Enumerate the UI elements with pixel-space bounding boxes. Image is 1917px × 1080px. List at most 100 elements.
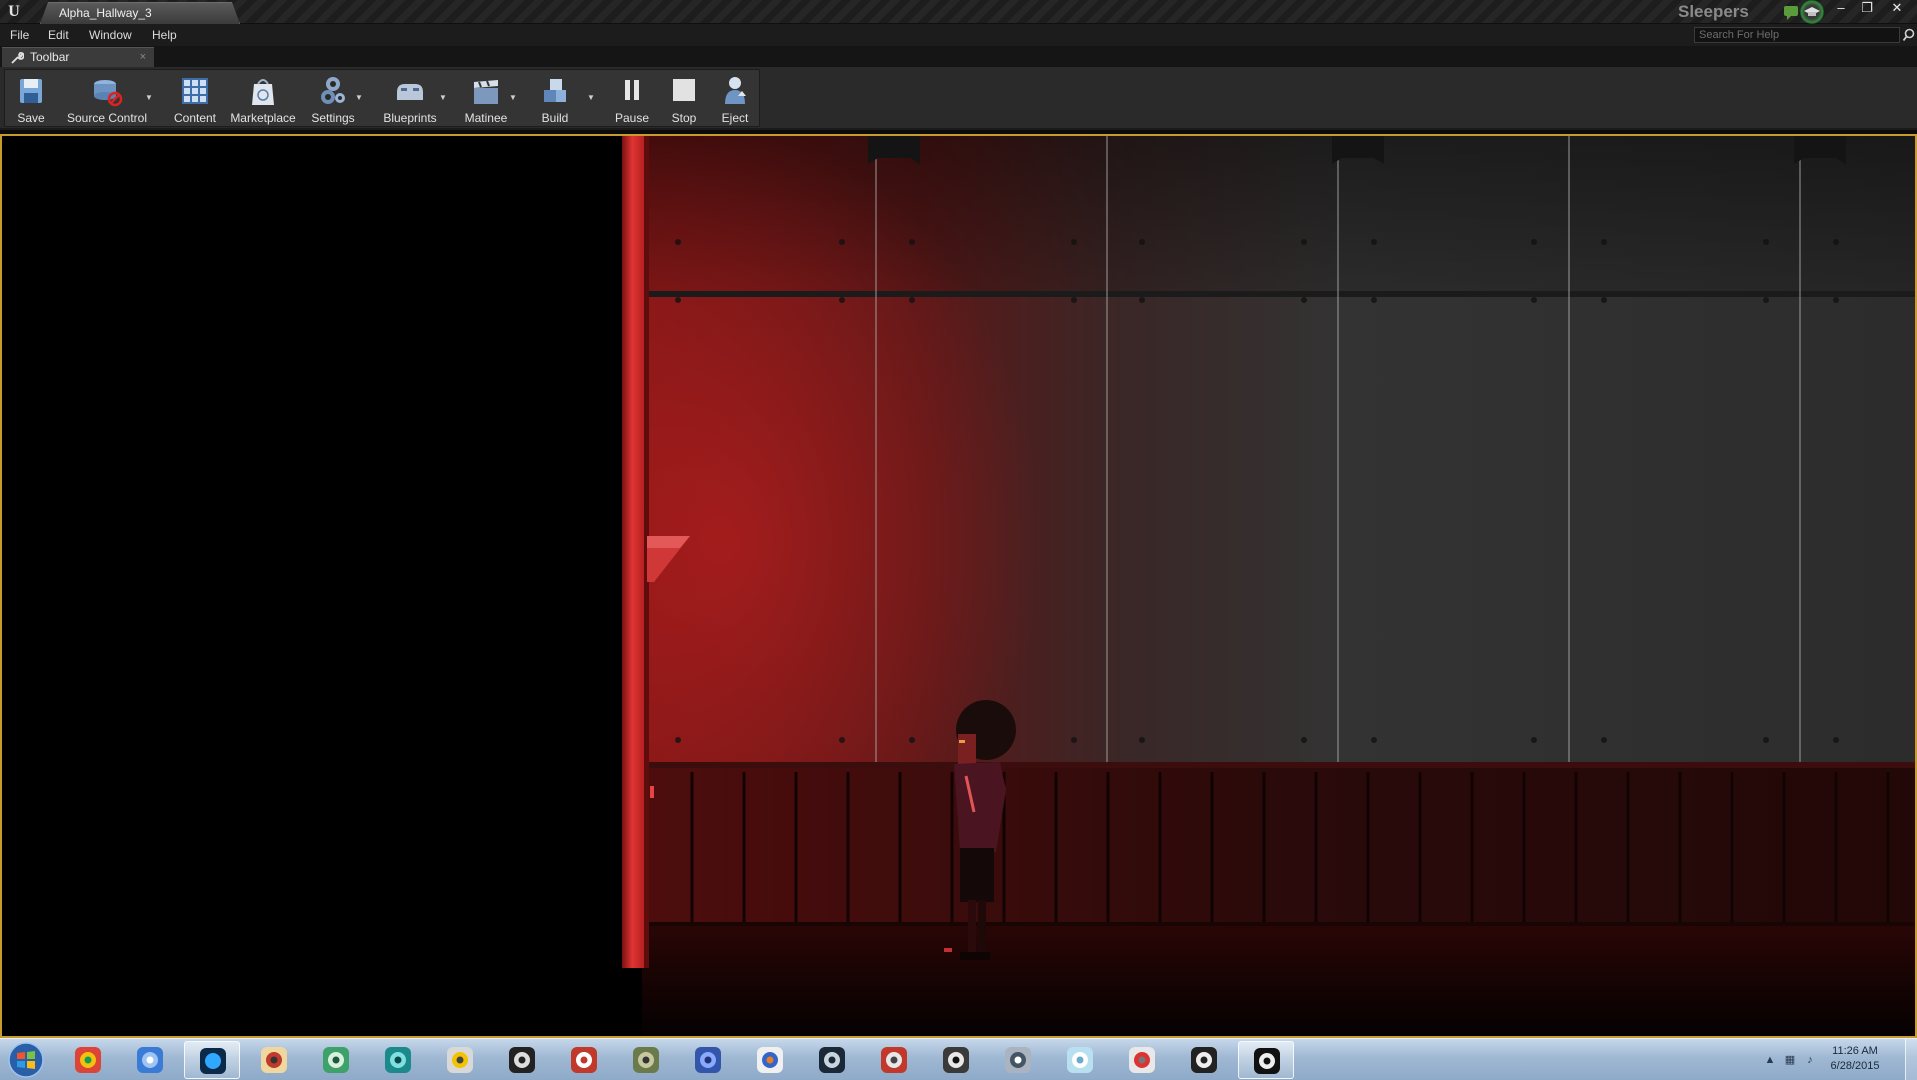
build-blocks-icon (544, 79, 566, 102)
close-button[interactable]: ✕ (1880, 0, 1914, 18)
wall-rail (642, 291, 1915, 297)
taskbar-app-weapon-app[interactable] (866, 1041, 922, 1079)
taskbar-app-notepad-99[interactable] (432, 1041, 488, 1079)
taskbar-app-gamemaker[interactable] (308, 1041, 364, 1079)
clock-time: 11:26 AM (1832, 1045, 1878, 1057)
build-label: Build (541, 111, 569, 125)
wainscot-trim (642, 762, 1915, 768)
chat-icon[interactable] (1782, 3, 1800, 21)
build-dropdown-icon[interactable]: ▼ (587, 94, 597, 102)
settings-button[interactable]: Settings (305, 70, 361, 126)
source-control-dropdown-icon[interactable]: ▼ (145, 94, 155, 102)
learn-icon-highlight[interactable] (1800, 0, 1824, 24)
game-scene[interactable] (2, 136, 1915, 1036)
title-bar: U Alpha_Hallway_3 Sleepers – ❐ ✕ (0, 0, 1917, 24)
tab-toolbar[interactable]: Toolbar × (2, 47, 154, 67)
content-button[interactable]: Content (165, 70, 225, 126)
pause-label: Pause (614, 111, 650, 125)
tray-expand-icon[interactable]: ▲ (1763, 1053, 1777, 1067)
taskbar-app-pencil-app[interactable] (246, 1041, 302, 1079)
stop-button[interactable]: Stop (659, 70, 709, 126)
settings-gears-icon (321, 77, 345, 104)
marketplace-button[interactable]: Marketplace (225, 70, 301, 126)
build-button[interactable]: Build (527, 70, 583, 126)
graduation-cap-icon (1804, 7, 1820, 16)
wainscot-panel (642, 764, 1915, 926)
taskbar-clock[interactable]: 11:26 AM 6/28/2015 (1815, 1044, 1895, 1074)
weapon-app-icon (881, 1047, 907, 1073)
pause-button[interactable]: Pause (607, 70, 657, 126)
taskbar-app-epic-games[interactable] (1176, 1041, 1232, 1079)
save-button[interactable]: Save (7, 70, 55, 126)
level-editor-toolbar: Save Source Control ▼ Content Marketplac… (0, 67, 1917, 130)
settings-dropdown-icon[interactable]: ▼ (355, 94, 365, 102)
taskbar-app-chrome[interactable] (60, 1041, 116, 1079)
clapperboard-icon (474, 80, 498, 104)
eject-player-icon (725, 77, 746, 104)
wrench-icon (11, 52, 24, 64)
matinee-label: Matinee (464, 111, 508, 125)
character-leg-back (978, 900, 986, 952)
taskbar-app-glass-app[interactable] (1052, 1041, 1108, 1079)
taskbar-app-halo[interactable] (618, 1041, 674, 1079)
taskbar-app-maya[interactable] (370, 1041, 426, 1079)
taskbar-app-infinity[interactable] (680, 1041, 736, 1079)
source-control-label: Source Control (66, 111, 148, 125)
marketplace-label: Marketplace (230, 111, 296, 125)
tab-close-icon[interactable]: × (140, 48, 146, 66)
taskbar-app-runner[interactable] (742, 1041, 798, 1079)
taskbar-app-steam[interactable] (804, 1041, 860, 1079)
project-name: Sleepers (1678, 2, 1749, 21)
save-icon (20, 79, 42, 103)
taskbar-app-itunes[interactable] (122, 1041, 178, 1079)
menu-edit[interactable]: Edit (48, 27, 69, 43)
character-leg (968, 900, 976, 952)
matinee-dropdown-icon[interactable]: ▼ (509, 94, 519, 102)
menu-window[interactable]: Window (89, 27, 132, 43)
pencil-app-icon (261, 1047, 287, 1073)
show-desktop-button[interactable] (1905, 1039, 1917, 1080)
infinity-icon (695, 1047, 721, 1073)
steam-icon (819, 1047, 845, 1073)
eject-button[interactable]: Eject (711, 70, 759, 126)
blueprints-dropdown-icon[interactable]: ▼ (439, 94, 449, 102)
taskbar-app-rocket-app[interactable] (1114, 1041, 1170, 1079)
source-control-button[interactable]: Source Control (57, 70, 157, 126)
restore-button[interactable]: ❐ (1854, 0, 1880, 18)
epic-launcher-icon (509, 1047, 535, 1073)
photoshop-icon (200, 1048, 226, 1074)
network-icon[interactable]: ▦ (1783, 1053, 1797, 1067)
taskbar-app-photoshop[interactable] (184, 1041, 240, 1079)
windows-taskbar: ▲ ▦ ♪ 11:26 AM 6/28/2015 (0, 1038, 1917, 1080)
taskbar-app-substance[interactable] (556, 1041, 612, 1079)
menu-help[interactable]: Help (152, 27, 177, 43)
taskbar-app-media-app[interactable] (990, 1041, 1046, 1079)
menu-file[interactable]: File (10, 27, 29, 43)
blueprints-button[interactable]: Blueprints (375, 70, 445, 126)
taskbar-app-epic-launcher[interactable] (494, 1041, 550, 1079)
game-viewport[interactable] (0, 134, 1917, 1038)
floor (642, 924, 1915, 1036)
system-tray: ▲ ▦ ♪ 11:26 AM 6/28/2015 (1737, 1039, 1917, 1080)
level-document-tab[interactable]: Alpha_Hallway_3 (40, 2, 240, 24)
content-label: Content (173, 111, 217, 125)
character-shadow-glint (944, 948, 952, 952)
stop-icon (673, 79, 695, 101)
taskbar-app-unreal-editor[interactable] (1238, 1041, 1294, 1079)
taskbar-app-guitar[interactable] (928, 1041, 984, 1079)
character-glasses (959, 740, 965, 743)
guitar-icon (943, 1047, 969, 1073)
rocket-app-icon (1129, 1047, 1155, 1073)
minimize-button[interactable]: – (1828, 0, 1854, 18)
eject-label: Eject (721, 111, 749, 125)
panel-tab-row: Toolbar × (0, 46, 1917, 67)
help-search-input[interactable]: Search For Help (1694, 27, 1900, 43)
itunes-icon (137, 1047, 163, 1073)
glass-app-icon (1067, 1047, 1093, 1073)
search-icon[interactable] (1903, 28, 1915, 42)
source-control-icon (94, 80, 123, 107)
blueprints-icon (397, 84, 423, 100)
media-app-icon (1005, 1047, 1031, 1073)
blueprints-label: Blueprints (383, 111, 437, 125)
windows-start-button[interactable] (4, 1042, 48, 1078)
